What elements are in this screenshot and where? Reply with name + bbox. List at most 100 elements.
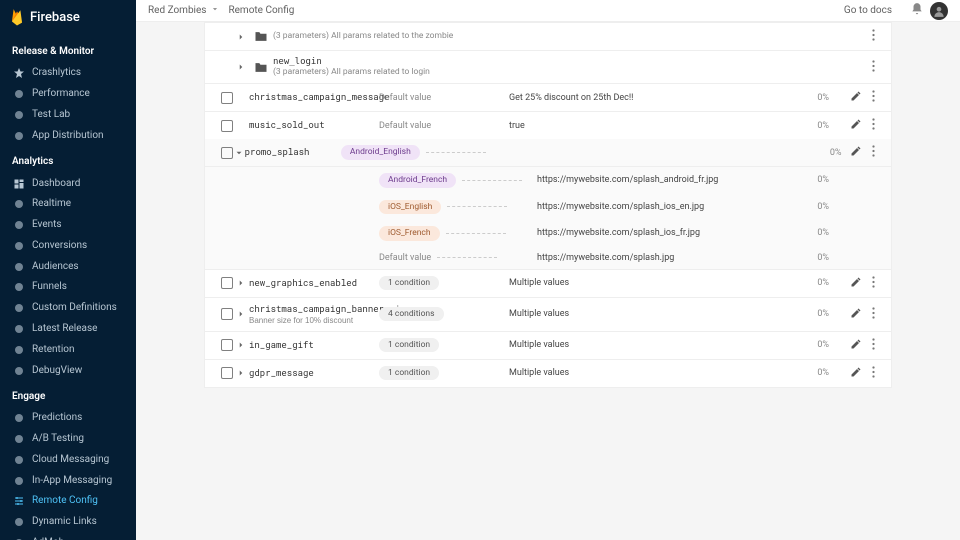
nav-item-label: Performance bbox=[32, 88, 90, 100]
row-checkbox[interactable] bbox=[221, 308, 233, 320]
sidebar-item-dynamic-links[interactable]: Dynamic Links bbox=[0, 512, 136, 533]
sidebar-item-funnels[interactable]: Funnels bbox=[0, 277, 136, 298]
param-value: https://mywebsite.com/splash_android_fr.… bbox=[537, 175, 795, 185]
edit-icon[interactable] bbox=[850, 366, 862, 381]
param-row[interactable]: gdpr_message1 conditionMultiple values0% bbox=[205, 360, 891, 387]
param-name: in_game_gift bbox=[249, 340, 379, 351]
param-percent: 0% bbox=[795, 228, 829, 238]
more-icon[interactable] bbox=[872, 145, 875, 160]
param-row[interactable]: promo_splash Android_English https://myw… bbox=[205, 139, 891, 167]
expand-toggle[interactable] bbox=[233, 32, 249, 42]
param-subrow: Android_French https://mywebsite.com/spla… bbox=[205, 167, 891, 194]
condition-count-chip[interactable]: 1 condition bbox=[379, 338, 439, 353]
param-percent: 0% bbox=[795, 368, 829, 378]
row-checkbox[interactable] bbox=[221, 277, 233, 289]
nav-item-icon bbox=[12, 411, 26, 425]
sidebar-item-admob[interactable]: AdMob bbox=[0, 533, 136, 540]
more-icon[interactable] bbox=[872, 90, 875, 105]
sidebar-item-predictions[interactable]: Predictions bbox=[0, 408, 136, 429]
param-row[interactable]: music_sold_outDefault valuetrue0% bbox=[205, 112, 891, 139]
row-checkbox[interactable] bbox=[221, 92, 233, 104]
sidebar-item-retention[interactable]: Retention bbox=[0, 339, 136, 360]
nav-item-icon bbox=[12, 129, 26, 143]
brand-logo[interactable]: Firebase bbox=[0, 0, 136, 36]
expand-toggle[interactable] bbox=[233, 62, 249, 72]
nav-item-icon bbox=[12, 494, 26, 508]
sidebar-item-test-lab[interactable]: Test Lab bbox=[0, 105, 136, 126]
condition-chip[interactable]: Android_French bbox=[379, 173, 456, 188]
edit-icon[interactable] bbox=[850, 338, 862, 353]
param-name: promo_splash bbox=[245, 147, 341, 158]
condition-count-chip[interactable]: 4 conditions bbox=[379, 307, 444, 322]
param-percent: 0% bbox=[795, 202, 829, 212]
group-row[interactable]: (3 parameters) All params related to the… bbox=[205, 23, 891, 51]
condition-count-chip[interactable]: 1 condition bbox=[379, 276, 439, 291]
edit-icon[interactable] bbox=[850, 118, 862, 133]
expand-toggle[interactable] bbox=[233, 309, 249, 319]
more-icon[interactable] bbox=[872, 366, 875, 381]
sidebar-item-performance[interactable]: Performance bbox=[0, 84, 136, 105]
avatar[interactable] bbox=[930, 2, 948, 20]
edit-icon[interactable] bbox=[850, 90, 862, 105]
sidebar-item-debugview[interactable]: DebugView bbox=[0, 360, 136, 381]
nav-item-label: Dashboard bbox=[32, 178, 80, 190]
more-icon[interactable] bbox=[872, 276, 875, 291]
sidebar-item-a-b-testing[interactable]: A/B Testing bbox=[0, 429, 136, 450]
sidebar-item-cloud-messaging[interactable]: Cloud Messaging bbox=[0, 450, 136, 471]
param-row[interactable]: christmas_campaign_messageDefault valueG… bbox=[205, 84, 891, 112]
sidebar-item-app-distribution[interactable]: App Distribution bbox=[0, 125, 136, 146]
nav-item-icon bbox=[12, 364, 26, 378]
param-value: https://mywebsite.com/splash_ios_en.jpg bbox=[537, 202, 795, 212]
row-checkbox[interactable] bbox=[221, 339, 233, 351]
docs-link[interactable]: Go to docs bbox=[844, 5, 892, 16]
sidebar-item-in-app-messaging[interactable]: In-App Messaging bbox=[0, 470, 136, 491]
param-subrow: Default valuehttps://mywebsite.com/splas… bbox=[205, 247, 891, 270]
expand-toggle[interactable] bbox=[233, 368, 249, 378]
group-row[interactable]: new_login (3 parameters) All params rela… bbox=[205, 51, 891, 84]
nav-item-icon bbox=[12, 301, 26, 315]
project-dropdown-icon[interactable] bbox=[210, 4, 220, 17]
edit-icon[interactable] bbox=[850, 145, 862, 160]
sidebar-item-realtime[interactable]: Realtime bbox=[0, 194, 136, 215]
sidebar-item-dashboard[interactable]: Dashboard bbox=[0, 173, 136, 194]
folder-icon bbox=[249, 62, 273, 73]
edit-icon[interactable] bbox=[850, 307, 862, 322]
param-row[interactable]: new_graphics_enabled1 conditionMultiple … bbox=[205, 270, 891, 298]
nav-item-label: Retention bbox=[32, 344, 75, 356]
sidebar-item-events[interactable]: Events bbox=[0, 215, 136, 236]
condition-chip[interactable]: iOS_French bbox=[379, 226, 440, 241]
group-desc: (3 parameters) All params related to the… bbox=[273, 31, 493, 41]
edit-icon[interactable] bbox=[850, 276, 862, 291]
chevron-right-icon bbox=[236, 62, 246, 72]
nav-item-label: Remote Config bbox=[32, 495, 98, 507]
sidebar-item-audiences[interactable]: Audiences bbox=[0, 256, 136, 277]
topbar: Red Zombies Remote Config Go to docs bbox=[136, 0, 960, 22]
expand-toggle[interactable] bbox=[233, 340, 249, 350]
more-icon[interactable] bbox=[872, 307, 875, 322]
notifications-icon[interactable] bbox=[910, 2, 924, 19]
expand-toggle[interactable] bbox=[233, 278, 249, 288]
param-percent: 0% bbox=[817, 148, 842, 158]
row-checkbox[interactable] bbox=[221, 120, 233, 132]
more-icon[interactable] bbox=[872, 60, 875, 75]
more-icon[interactable] bbox=[872, 118, 875, 133]
sidebar-item-custom-definitions[interactable]: Custom Definitions bbox=[0, 298, 136, 319]
condition-chip[interactable]: Android_English bbox=[341, 145, 420, 160]
expand-toggle[interactable] bbox=[233, 148, 245, 158]
nav-item-label: Audiences bbox=[32, 261, 79, 273]
more-icon[interactable] bbox=[872, 338, 875, 353]
condition-count-chip[interactable]: 1 condition bbox=[379, 366, 439, 381]
row-checkbox[interactable] bbox=[221, 367, 233, 379]
nav-item-label: Custom Definitions bbox=[32, 302, 117, 314]
sidebar-item-crashlytics[interactable]: Crashlytics bbox=[0, 63, 136, 84]
param-row[interactable]: in_game_gift1 conditionMultiple values0% bbox=[205, 332, 891, 360]
sidebar-item-latest-release[interactable]: Latest Release bbox=[0, 319, 136, 340]
sidebar-item-conversions[interactable]: Conversions bbox=[0, 235, 136, 256]
condition-chip[interactable]: iOS_English bbox=[379, 200, 441, 215]
row-checkbox[interactable] bbox=[221, 147, 233, 159]
firebase-icon bbox=[10, 8, 24, 26]
more-icon[interactable] bbox=[872, 29, 875, 44]
project-selector[interactable]: Red Zombies bbox=[148, 5, 206, 16]
sidebar-item-remote-config[interactable]: Remote Config bbox=[0, 491, 136, 512]
param-row[interactable]: christmas_campaign_banner_sizeBanner siz… bbox=[205, 298, 891, 332]
